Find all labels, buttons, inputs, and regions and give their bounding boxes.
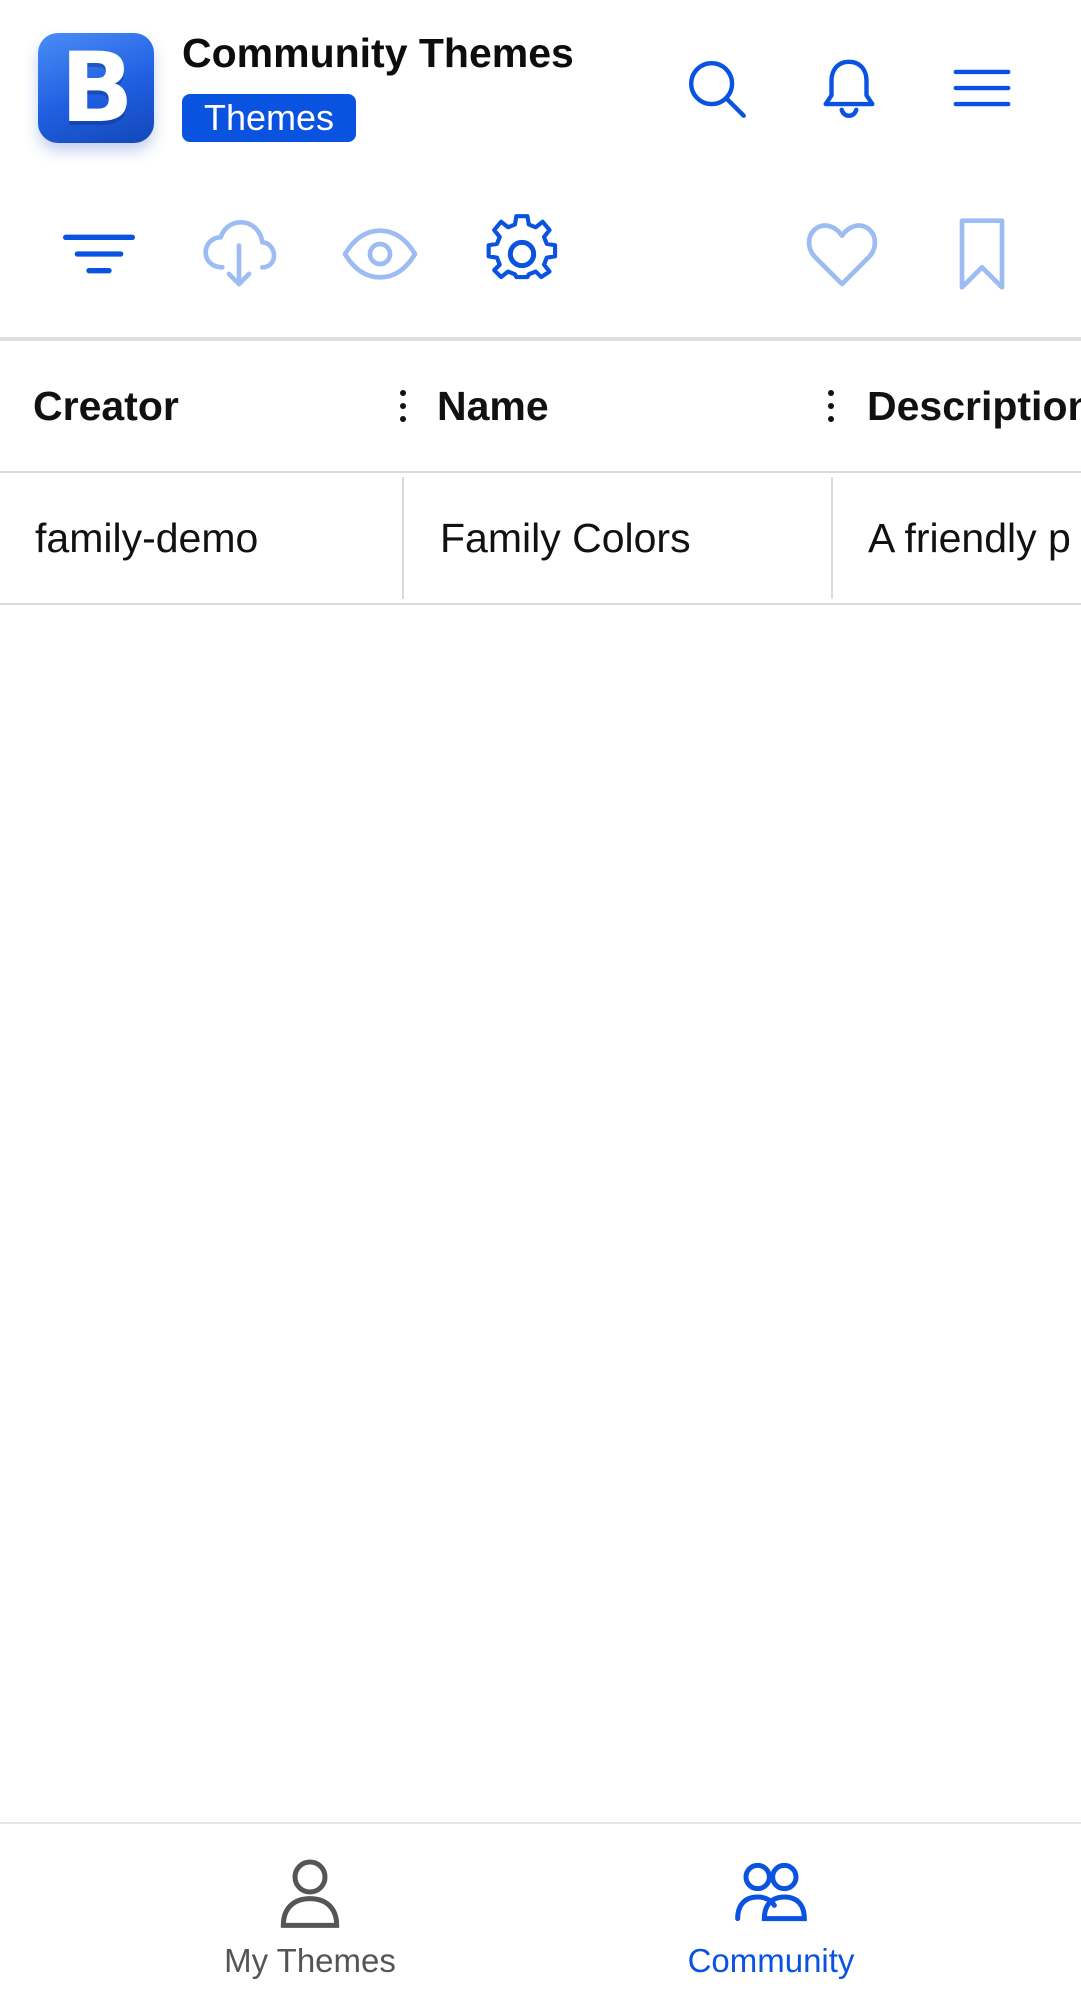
gear-icon[interactable]: [480, 212, 564, 296]
toolbar: [0, 200, 1081, 310]
table-header-row: Creator Name Description: [0, 341, 1081, 473]
hamburger-menu-icon[interactable]: [946, 52, 1018, 124]
cell-name: Family Colors: [440, 514, 691, 561]
eye-icon[interactable]: [338, 212, 422, 296]
column-separator: [831, 477, 833, 599]
app-header: B Community Themes Themes: [0, 0, 1081, 170]
search-icon[interactable]: [680, 52, 752, 124]
column-menu-creator[interactable]: [388, 381, 418, 431]
cell-creator: family-demo: [35, 514, 259, 561]
nav-my-themes[interactable]: My Themes: [110, 1824, 510, 2001]
bell-icon[interactable]: [813, 52, 885, 124]
filter-icon[interactable]: [57, 212, 141, 296]
nav-label-my-themes: My Themes: [224, 1942, 396, 1979]
section-badge: Themes: [182, 94, 357, 142]
person-icon: [270, 1852, 350, 1932]
bottom-nav: My Themes Community: [0, 1822, 1081, 2001]
cell-description: A friendly p: [868, 514, 1071, 561]
themes-table: Creator Name Description family-demo Fam…: [0, 341, 1081, 605]
nav-community[interactable]: Community: [571, 1824, 971, 2001]
people-icon: [731, 1852, 811, 1932]
logo-letter: B: [60, 33, 133, 143]
column-menu-name[interactable]: [816, 381, 846, 431]
nav-label-community: Community: [687, 1942, 855, 1979]
column-separator: [402, 477, 404, 599]
column-header-description[interactable]: Description: [867, 341, 1081, 471]
heart-icon[interactable]: [800, 212, 884, 296]
table-row[interactable]: family-demo Family Colors A friendly p: [0, 473, 1081, 605]
app-logo: B: [38, 33, 154, 143]
page-title: Community Themes: [182, 30, 574, 76]
bookmark-icon[interactable]: [940, 212, 1024, 296]
cloud-download-icon[interactable]: [197, 212, 281, 296]
column-header-name[interactable]: Name: [437, 341, 797, 471]
column-header-creator[interactable]: Creator: [33, 341, 373, 471]
